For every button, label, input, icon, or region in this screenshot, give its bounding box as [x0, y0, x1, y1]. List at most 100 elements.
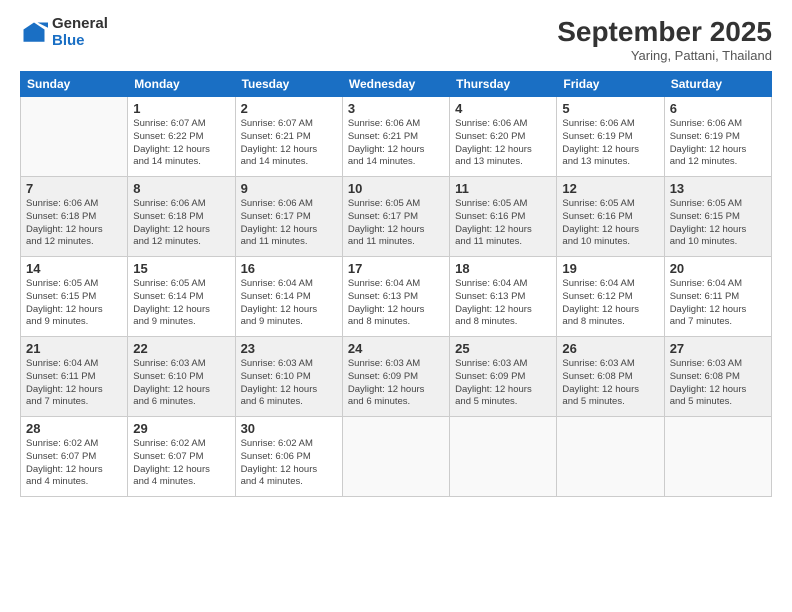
calendar-cell: 19 Sunrise: 6:04 AM Sunset: 6:12 PM Dayli…: [557, 257, 664, 337]
col-thursday: Thursday: [450, 72, 557, 97]
calendar-cell: [21, 97, 128, 177]
calendar-cell: [450, 417, 557, 497]
calendar-cell: 8Sunrise: 6:06 AM Sunset: 6:18 PM Daylig…: [128, 177, 235, 257]
day-info: Sunrise: 6:07 AM Sunset: 6:22 PM Dayligh…: [133, 118, 229, 169]
calendar-cell: 5Sunrise: 6:06 AM Sunset: 6:19 PM Daylig…: [557, 97, 664, 177]
col-sunday: Sunday: [21, 72, 128, 97]
day-number: 29: [133, 421, 229, 436]
day-info: Sunrise: 6:05 AM Sunset: 6:14 PM Dayligh…: [133, 278, 229, 329]
day-info: Sunrise: 6:06 AM Sunset: 6:21 PM Dayligh…: [348, 118, 444, 169]
day-info: Sunrise: 6:02 AM Sunset: 6:07 PM Dayligh…: [26, 438, 122, 489]
calendar-cell: 3 Sunrise: 6:06 AM Sunset: 6:21 PM Daylig…: [342, 97, 449, 177]
calendar-cell: [557, 417, 664, 497]
calendar-week-3: 14 Sunrise: 6:05 AM Sunset: 6:15 PM Dayli…: [21, 257, 772, 337]
day-info: Sunrise: 6:04 AM Sunset: 6:13 PM Dayligh…: [348, 278, 444, 329]
day-number: 2: [241, 101, 337, 116]
col-tuesday: Tuesday: [235, 72, 342, 97]
col-friday: Friday: [557, 72, 664, 97]
day-info: Sunrise: 6:04 AM Sunset: 6:12 PM Dayligh…: [562, 278, 658, 329]
day-info: Sunrise: 6:04 AM Sunset: 6:11 PM Dayligh…: [26, 358, 122, 409]
col-wednesday: Wednesday: [342, 72, 449, 97]
calendar-cell: 18 Sunrise: 6:04 AM Sunset: 6:13 PM Dayli…: [450, 257, 557, 337]
calendar-cell: 14 Sunrise: 6:05 AM Sunset: 6:15 PM Dayli…: [21, 257, 128, 337]
day-number: 9: [241, 181, 337, 196]
day-number: 23: [241, 341, 337, 356]
day-info: Sunrise: 6:02 AM Sunset: 6:06 PM Dayligh…: [241, 438, 337, 489]
day-info: Sunrise: 6:03 AM Sunset: 6:09 PM Dayligh…: [455, 358, 551, 409]
day-info: Sunrise: 6:03 AM Sunset: 6:09 PM Dayligh…: [348, 358, 444, 409]
calendar-cell: 24Sunrise: 6:03 AM Sunset: 6:09 PM Dayli…: [342, 337, 449, 417]
calendar-cell: 6 Sunrise: 6:06 AM Sunset: 6:19 PM Daylig…: [664, 97, 771, 177]
day-number: 25: [455, 341, 551, 356]
calendar-cell: 16Sunrise: 6:04 AM Sunset: 6:14 PM Dayli…: [235, 257, 342, 337]
logo-text: General Blue: [52, 16, 108, 49]
month-title: September 2025: [557, 16, 772, 48]
day-info: Sunrise: 6:06 AM Sunset: 6:17 PM Dayligh…: [241, 198, 337, 249]
title-section: September 2025 Yaring, Pattani, Thailand: [557, 16, 772, 63]
location: Yaring, Pattani, Thailand: [557, 48, 772, 63]
day-info: Sunrise: 6:05 AM Sunset: 6:15 PM Dayligh…: [670, 198, 766, 249]
day-info: Sunrise: 6:05 AM Sunset: 6:16 PM Dayligh…: [455, 198, 551, 249]
calendar-header: Sunday Monday Tuesday Wednesday Thursday…: [21, 72, 772, 97]
day-info: Sunrise: 6:03 AM Sunset: 6:08 PM Dayligh…: [670, 358, 766, 409]
calendar-cell: 12 Sunrise: 6:05 AM Sunset: 6:16 PM Dayli…: [557, 177, 664, 257]
day-number: 1: [133, 101, 229, 116]
day-info: Sunrise: 6:02 AM Sunset: 6:07 PM Dayligh…: [133, 438, 229, 489]
calendar-week-2: 7 Sunrise: 6:06 AM Sunset: 6:18 PM Daylig…: [21, 177, 772, 257]
day-number: 10: [348, 181, 444, 196]
col-monday: Monday: [128, 72, 235, 97]
day-number: 3: [348, 101, 444, 116]
calendar-cell: 28 Sunrise: 6:02 AM Sunset: 6:07 PM Dayli…: [21, 417, 128, 497]
day-number: 28: [26, 421, 122, 436]
day-number: 21: [26, 341, 122, 356]
calendar-cell: 17Sunrise: 6:04 AM Sunset: 6:13 PM Dayli…: [342, 257, 449, 337]
day-info: Sunrise: 6:04 AM Sunset: 6:14 PM Dayligh…: [241, 278, 337, 329]
day-number: 11: [455, 181, 551, 196]
day-number: 18: [455, 261, 551, 276]
calendar-cell: 11 Sunrise: 6:05 AM Sunset: 6:16 PM Dayli…: [450, 177, 557, 257]
day-info: Sunrise: 6:06 AM Sunset: 6:19 PM Dayligh…: [670, 118, 766, 169]
logo: General Blue: [20, 16, 108, 49]
day-info: Sunrise: 6:04 AM Sunset: 6:11 PM Dayligh…: [670, 278, 766, 329]
day-number: 13: [670, 181, 766, 196]
calendar-cell: 10Sunrise: 6:05 AM Sunset: 6:17 PM Dayli…: [342, 177, 449, 257]
calendar-cell: 30Sunrise: 6:02 AM Sunset: 6:06 PM Dayli…: [235, 417, 342, 497]
day-info: Sunrise: 6:06 AM Sunset: 6:20 PM Dayligh…: [455, 118, 551, 169]
day-info: Sunrise: 6:05 AM Sunset: 6:16 PM Dayligh…: [562, 198, 658, 249]
day-number: 7: [26, 181, 122, 196]
day-info: Sunrise: 6:07 AM Sunset: 6:21 PM Dayligh…: [241, 118, 337, 169]
calendar-cell: 1 Sunrise: 6:07 AM Sunset: 6:22 PM Daylig…: [128, 97, 235, 177]
page: General Blue September 2025 Yaring, Patt…: [0, 0, 792, 612]
day-info: Sunrise: 6:03 AM Sunset: 6:08 PM Dayligh…: [562, 358, 658, 409]
calendar-cell: 4 Sunrise: 6:06 AM Sunset: 6:20 PM Daylig…: [450, 97, 557, 177]
day-number: 19: [562, 261, 658, 276]
day-info: Sunrise: 6:04 AM Sunset: 6:13 PM Dayligh…: [455, 278, 551, 329]
logo-general-text: General: [52, 16, 108, 33]
header-row: Sunday Monday Tuesday Wednesday Thursday…: [21, 72, 772, 97]
calendar-cell: 21 Sunrise: 6:04 AM Sunset: 6:11 PM Dayli…: [21, 337, 128, 417]
calendar-cell: 2 Sunrise: 6:07 AM Sunset: 6:21 PM Daylig…: [235, 97, 342, 177]
logo-icon: [20, 19, 48, 47]
day-number: 4: [455, 101, 551, 116]
calendar-cell: 25 Sunrise: 6:03 AM Sunset: 6:09 PM Dayli…: [450, 337, 557, 417]
day-number: 26: [562, 341, 658, 356]
day-number: 15: [133, 261, 229, 276]
calendar-week-5: 28 Sunrise: 6:02 AM Sunset: 6:07 PM Dayli…: [21, 417, 772, 497]
day-info: Sunrise: 6:05 AM Sunset: 6:15 PM Dayligh…: [26, 278, 122, 329]
day-number: 14: [26, 261, 122, 276]
day-number: 20: [670, 261, 766, 276]
calendar-cell: 20 Sunrise: 6:04 AM Sunset: 6:11 PM Dayli…: [664, 257, 771, 337]
header: General Blue September 2025 Yaring, Patt…: [20, 16, 772, 63]
calendar-cell: 15 Sunrise: 6:05 AM Sunset: 6:14 PM Dayli…: [128, 257, 235, 337]
logo-blue-text: Blue: [52, 33, 108, 50]
day-number: 12: [562, 181, 658, 196]
day-info: Sunrise: 6:03 AM Sunset: 6:10 PM Dayligh…: [133, 358, 229, 409]
calendar-cell: 29 Sunrise: 6:02 AM Sunset: 6:07 PM Dayli…: [128, 417, 235, 497]
calendar-week-1: 1 Sunrise: 6:07 AM Sunset: 6:22 PM Daylig…: [21, 97, 772, 177]
day-number: 22: [133, 341, 229, 356]
calendar-cell: 13 Sunrise: 6:05 AM Sunset: 6:15 PM Dayli…: [664, 177, 771, 257]
col-saturday: Saturday: [664, 72, 771, 97]
day-number: 6: [670, 101, 766, 116]
calendar-cell: [342, 417, 449, 497]
day-info: Sunrise: 6:06 AM Sunset: 6:18 PM Dayligh…: [26, 198, 122, 249]
